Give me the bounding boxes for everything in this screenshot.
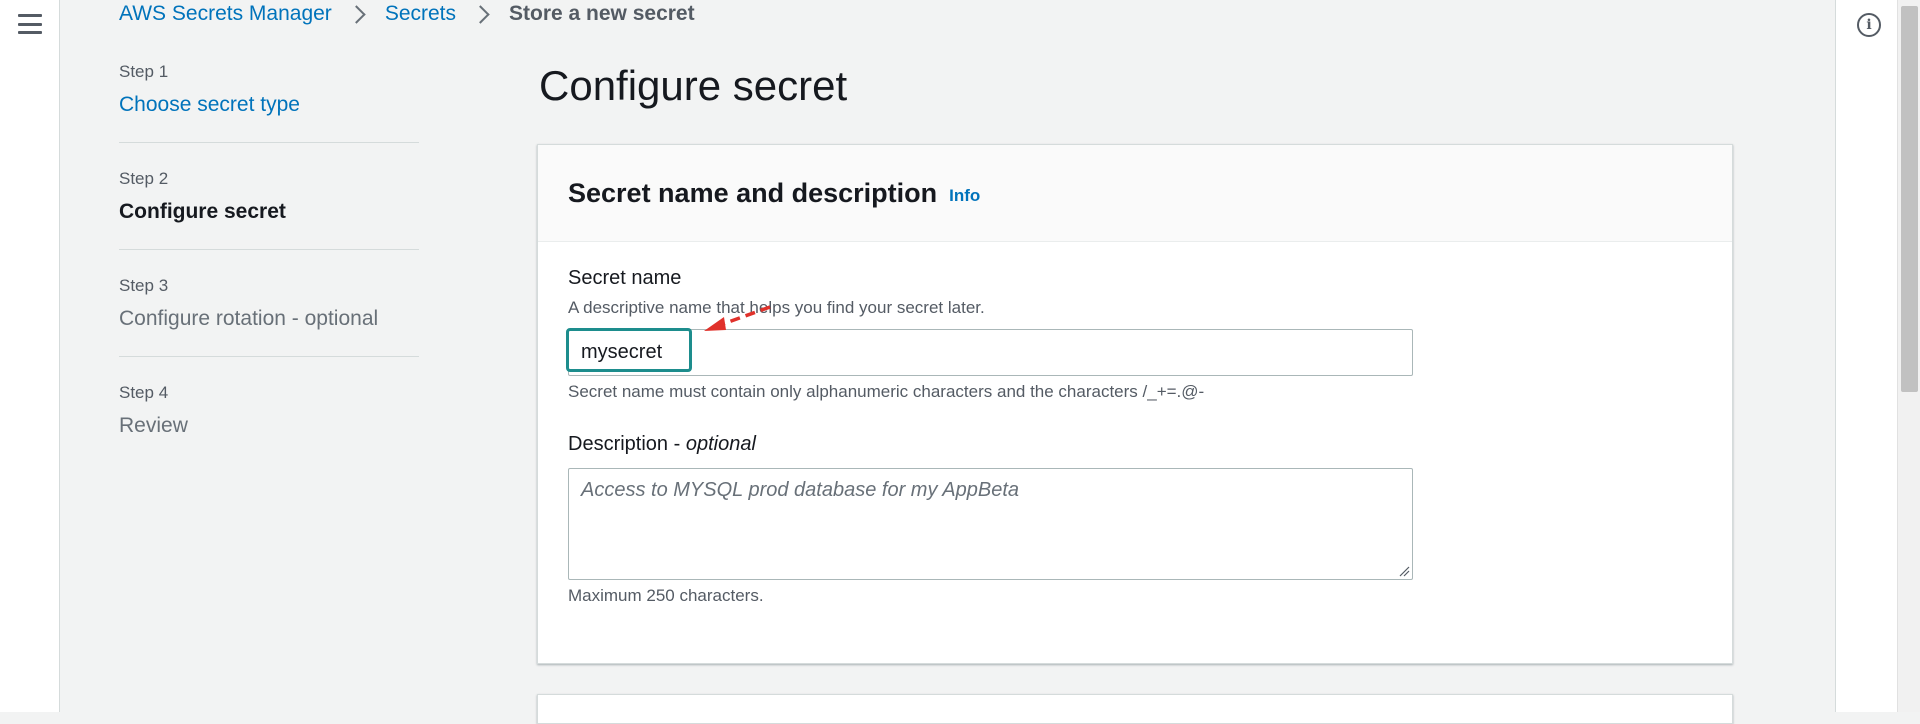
help-panel-rail: i [1835, 0, 1897, 712]
step-configure-rotation: Configure rotation - optional [119, 307, 379, 330]
wizard-step-2: Step 2 Configure secret [119, 165, 419, 250]
description-constraint: Maximum 250 characters. [568, 586, 764, 605]
description-placeholder: Access to MYSQL prod database for my App… [581, 479, 1020, 501]
step-number: Step 2 [119, 169, 169, 188]
info-link[interactable]: Info [949, 186, 980, 206]
resize-grip-icon[interactable] [1398, 565, 1410, 577]
step-link-choose-secret-type[interactable]: Choose secret type [119, 90, 419, 120]
step-number: Step 1 [119, 62, 169, 81]
secret-name-label: Secret name [568, 267, 682, 289]
chevron-right-icon [471, 4, 490, 24]
step-number: Step 4 [119, 383, 169, 402]
step-current-configure-secret: Configure secret [119, 200, 286, 223]
wizard-step-4: Step 4 Review [119, 379, 419, 463]
scrollbar[interactable] [1897, 0, 1920, 712]
chevron-right-icon [347, 4, 366, 24]
red-dashed-arrow-icon [704, 305, 771, 331]
step-review: Review [119, 414, 188, 437]
card-header: Secret name and description Info [538, 145, 1732, 242]
secret-name-description-card: Secret name and description Info Secret … [537, 144, 1733, 664]
next-card [537, 694, 1733, 724]
breadcrumb-secrets[interactable]: Secrets [385, 2, 456, 26]
breadcrumb: AWS Secrets Manager Secrets Store a new … [119, 0, 695, 28]
scrollbar-thumb[interactable] [1901, 6, 1918, 392]
wizard-steps: Step 1 Choose secret type Step 2 Configu… [119, 58, 419, 485]
description-label: Description - optional [568, 433, 756, 456]
wizard-step-3: Step 3 Configure rotation - optional [119, 272, 419, 357]
breadcrumb-secrets-manager[interactable]: AWS Secrets Manager [119, 2, 332, 26]
breadcrumb-current: Store a new secret [509, 2, 695, 25]
secret-name-value: mysecret [581, 341, 663, 363]
wizard-step-1: Step 1 Choose secret type [119, 58, 419, 143]
description-textarea[interactable]: Access to MYSQL prod database for my App… [568, 468, 1413, 580]
secret-name-input[interactable]: mysecret [566, 328, 1413, 376]
card-title: Secret name and description [568, 177, 938, 208]
optional-label: optional [685, 433, 756, 455]
left-nav-rail [0, 0, 60, 712]
description-label-text: Description [568, 433, 669, 455]
secret-name-constraint: Secret name must contain only alphanumer… [568, 382, 1205, 401]
hamburger-menu-icon[interactable] [18, 14, 42, 34]
page-title: Configure secret [539, 62, 848, 109]
label-separator: - [668, 433, 686, 455]
step-number: Step 3 [119, 276, 169, 295]
info-circle-icon[interactable]: i [1857, 13, 1881, 37]
